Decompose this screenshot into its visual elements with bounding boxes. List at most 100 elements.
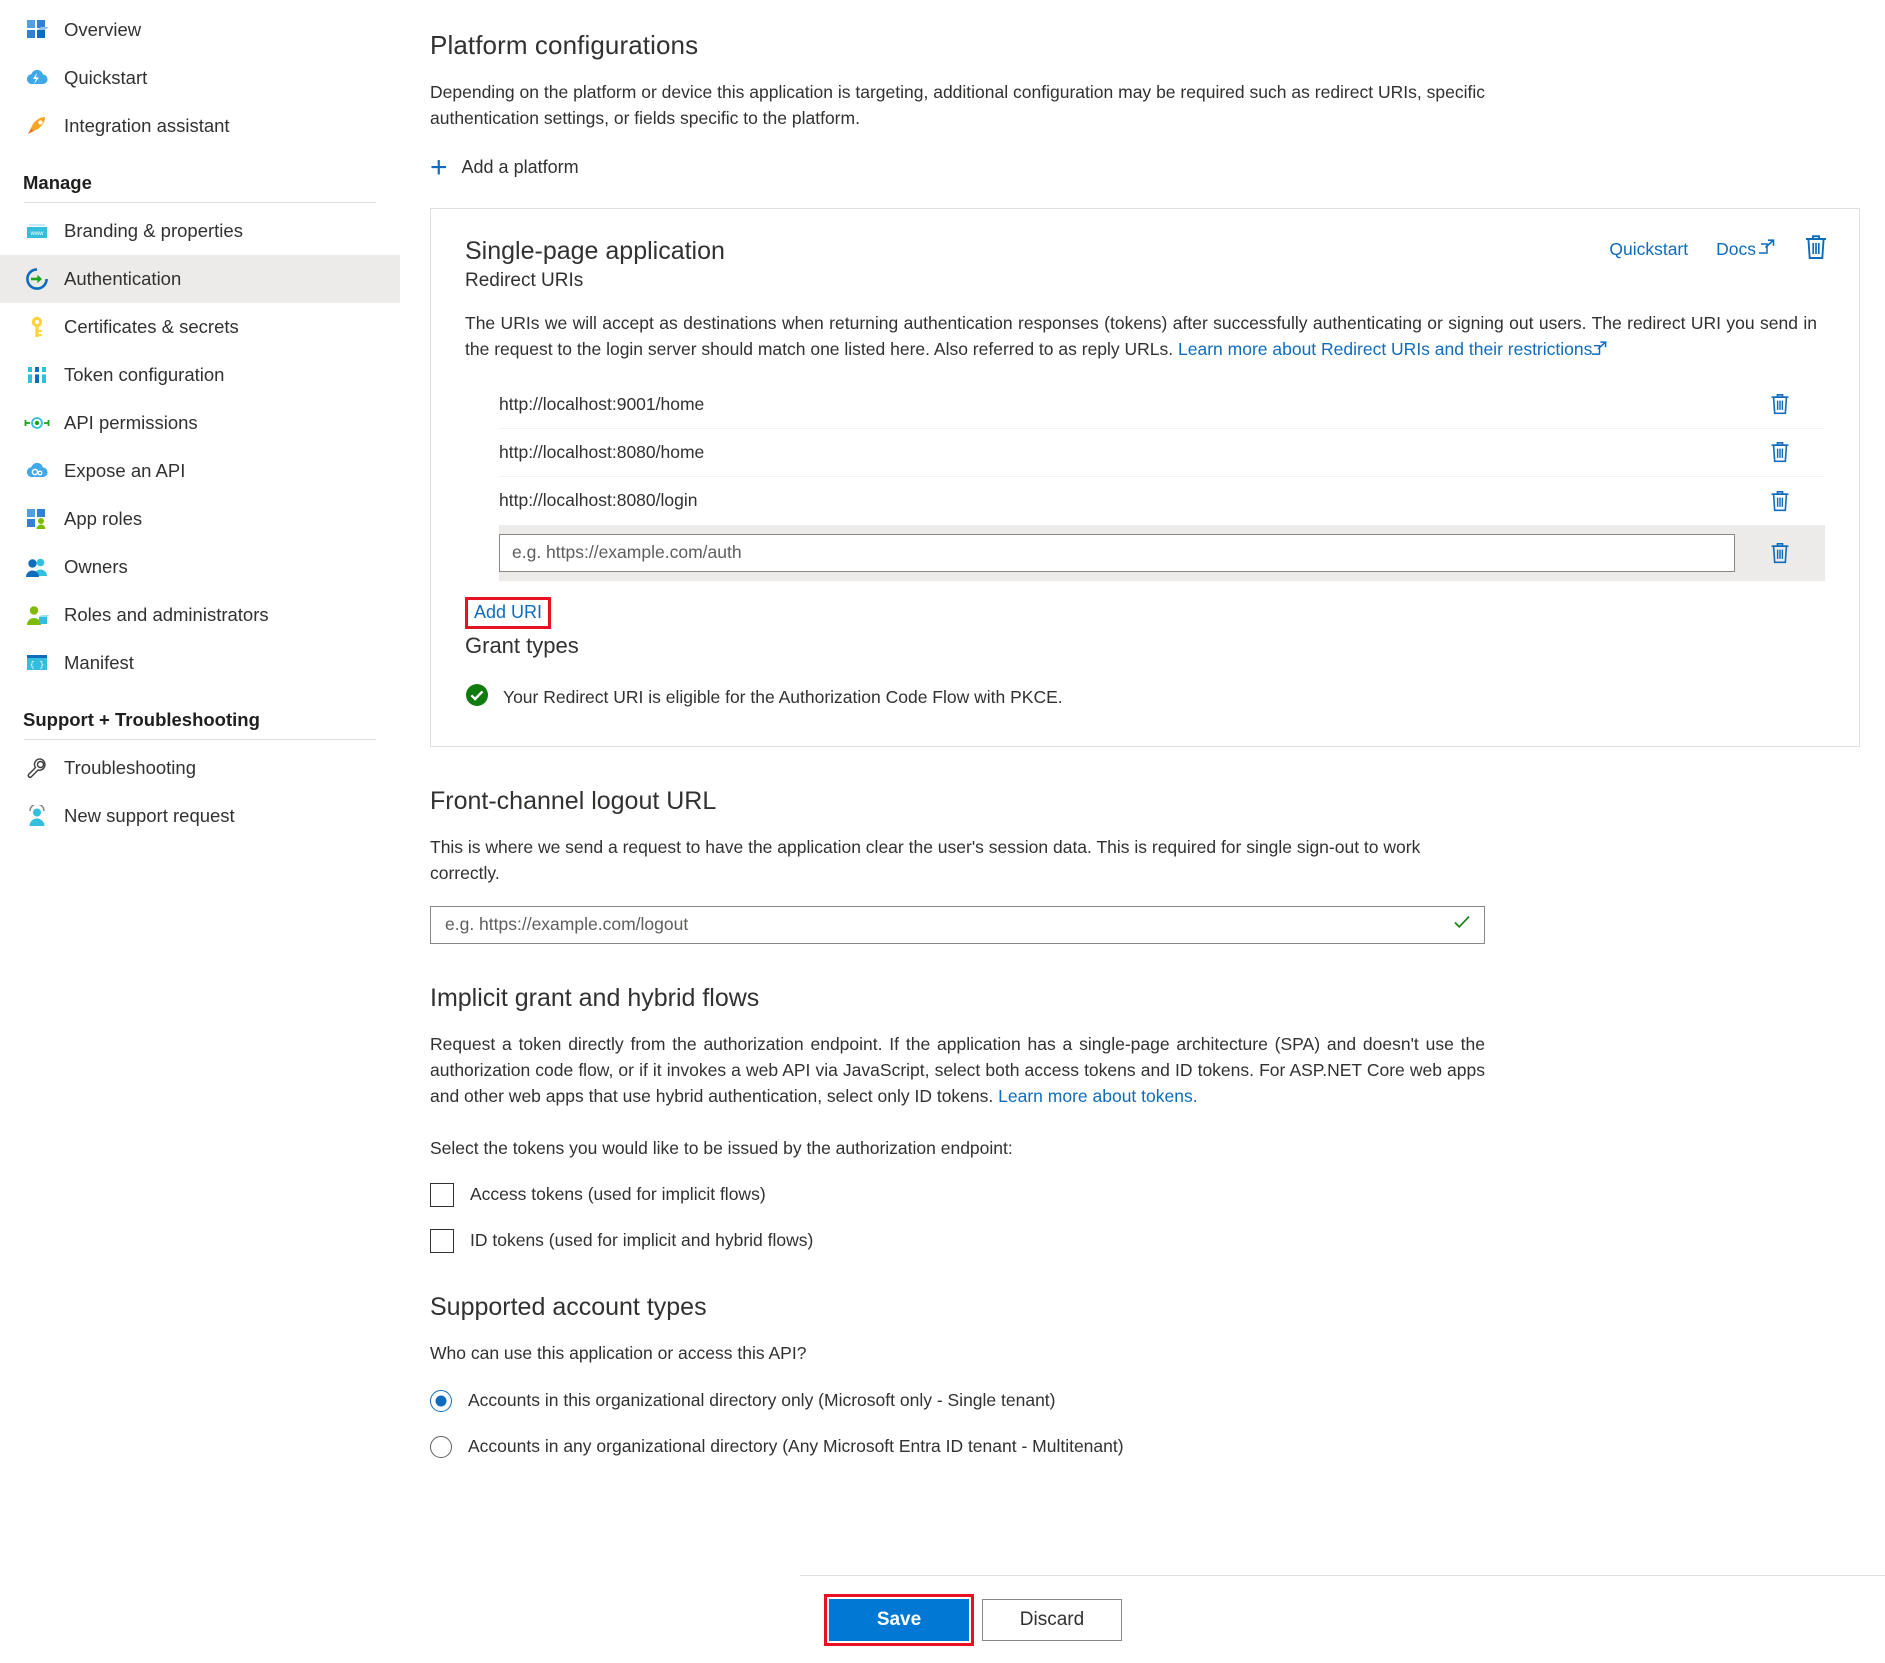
- quickstart-link[interactable]: Quickstart: [1609, 239, 1688, 260]
- front-channel-logout-title: Front-channel logout URL: [430, 786, 717, 815]
- sidebar-item-token-configuration[interactable]: Token configuration: [0, 351, 400, 399]
- sidebar-item-api-permissions[interactable]: API permissions: [0, 399, 400, 447]
- command-bar: Save Discard: [800, 1575, 1885, 1663]
- sidebar-item-authentication[interactable]: Authentication: [0, 255, 400, 303]
- api-node-icon: [23, 411, 51, 435]
- sidebar-item-expose-an-api[interactable]: Expose an API: [0, 447, 400, 495]
- front-channel-logout-input[interactable]: [443, 906, 1452, 943]
- sidebar-item-label: Quickstart: [64, 67, 148, 88]
- implicit-grant-learn-more-link[interactable]: Learn more about tokens.: [998, 1086, 1197, 1106]
- platform-card-actions: Quickstart Docs: [1609, 233, 1829, 266]
- radio-row-multitenant-clipped: Accounts in any organizational directory…: [400, 1435, 1885, 1462]
- delete-new-redirect-uri-button[interactable]: [1735, 541, 1825, 565]
- delete-redirect-uri-button[interactable]: [1735, 440, 1825, 464]
- delete-platform-button[interactable]: [1803, 233, 1829, 266]
- platform-card-subtitle: Redirect URIs: [465, 269, 584, 291]
- sidebar-item-manifest[interactable]: { } Manifest: [0, 639, 400, 687]
- key-icon: [23, 315, 51, 339]
- cloud-gear-icon: [23, 459, 51, 483]
- redirect-uri-row: http://localhost:8080/login: [499, 477, 1825, 525]
- sidebar-group-title-manage: Manage: [23, 172, 92, 193]
- sidebar-item-label: Owners: [64, 556, 128, 577]
- implicit-grant-description-text: Request a token directly from the author…: [430, 1033, 1485, 1106]
- rocket-icon: [23, 114, 51, 138]
- svg-text:www: www: [30, 231, 45, 237]
- sidebar-item-overview[interactable]: Overview: [0, 6, 400, 54]
- valid-check-icon: [1452, 912, 1472, 937]
- wrench-icon: [23, 756, 51, 780]
- grant-types-title: Grant types: [465, 632, 579, 658]
- main-content: Platform configurations Depending on the…: [400, 0, 1885, 1663]
- id-tokens-checkbox[interactable]: [430, 1228, 454, 1253]
- new-redirect-uri-input[interactable]: [499, 533, 1735, 572]
- svg-text:{ }: { }: [30, 661, 44, 670]
- browser-www-icon: www: [23, 219, 51, 243]
- docs-link[interactable]: Docs: [1716, 239, 1775, 260]
- supported-account-types-title: Supported account types: [430, 1292, 707, 1321]
- sidebar-item-owners[interactable]: Owners: [0, 543, 400, 591]
- implicit-grant-select-prompt: Select the tokens you would like to be i…: [430, 1137, 1013, 1158]
- radio-row-single-tenant[interactable]: Accounts in this organizational director…: [430, 1389, 1885, 1412]
- checkbox-row-id-tokens[interactable]: ID tokens (used for implicit and hybrid …: [430, 1228, 1885, 1253]
- access-tokens-label: Access tokens (used for implicit flows): [470, 1184, 766, 1204]
- cloud-lightning-icon: [23, 66, 51, 90]
- sidebar-item-roles-and-administrators[interactable]: Roles and administrators: [0, 591, 400, 639]
- sidebar-item-label: Overview: [64, 19, 142, 40]
- redirect-uri-row: http://localhost:8080/home: [499, 429, 1825, 477]
- bars-token-icon: [23, 363, 51, 387]
- redirect-uris-description-text: The URIs we will accept as destinations …: [465, 312, 1817, 359]
- sidebar-item-label: Token configuration: [64, 364, 225, 385]
- sidebar-item-label: App roles: [64, 508, 143, 529]
- sidebar-item-certificates-secrets[interactable]: Certificates & secrets: [0, 303, 400, 351]
- sidebar-item-label: Troubleshooting: [64, 757, 196, 778]
- checkbox-row-access-tokens[interactable]: Access tokens (used for implicit flows): [430, 1182, 1885, 1207]
- external-link-icon: [1590, 337, 1607, 363]
- sidebar: Overview Quickstart Integration assistan…: [0, 0, 400, 1663]
- sidebar-item-label: Expose an API: [64, 460, 186, 481]
- support-person-icon: [23, 804, 51, 828]
- multitenant-radio[interactable]: [430, 1435, 452, 1458]
- settings-scroll-area: Platform configurations Depending on the…: [400, 30, 1885, 1462]
- implicit-grant-description: Request a token directly from the author…: [430, 1031, 1485, 1109]
- sidebar-item-integration-assistant[interactable]: Integration assistant: [0, 102, 400, 150]
- add-a-platform-button[interactable]: + Add a platform: [430, 152, 579, 182]
- grant-types-status-text: Your Redirect URI is eligible for the Au…: [503, 686, 1063, 707]
- radio-row-multitenant[interactable]: Accounts in any organizational directory…: [430, 1435, 1885, 1458]
- sidebar-item-app-roles[interactable]: App roles: [0, 495, 400, 543]
- sidebar-divider: [24, 202, 376, 203]
- front-channel-logout-description: This is where we send a request to have …: [430, 836, 1421, 883]
- grant-types-status-row: Your Redirect URI is eligible for the Au…: [465, 683, 1825, 712]
- redirect-uri-list: http://localhost:9001/home http://localh…: [465, 381, 1825, 581]
- sidebar-item-new-support-request[interactable]: New support request: [0, 792, 400, 840]
- sidebar-group-title-support: Support + Troubleshooting: [23, 709, 260, 730]
- sidebar-item-label: New support request: [64, 805, 235, 826]
- person-badge-icon: [23, 603, 51, 627]
- sidebar-item-troubleshooting[interactable]: Troubleshooting: [0, 744, 400, 792]
- sidebar-divider: [24, 739, 376, 740]
- braces-icon: { }: [23, 651, 51, 675]
- redirect-uri-value: http://localhost:9001/home: [499, 393, 705, 414]
- discard-button[interactable]: Discard: [982, 1598, 1122, 1641]
- docs-link-label: Docs: [1716, 238, 1756, 259]
- redirect-uris-learn-more-link[interactable]: Learn more about Redirect URIs and their…: [1178, 339, 1592, 359]
- new-redirect-uri-row: [499, 524, 1825, 581]
- redirect-uri-value: http://localhost:8080/home: [499, 441, 705, 462]
- sidebar-item-quickstart[interactable]: Quickstart: [0, 54, 400, 102]
- add-uri-button[interactable]: Add URI: [474, 602, 542, 622]
- sidebar-item-label: Branding & properties: [64, 220, 243, 241]
- sidebar-item-label: API permissions: [64, 412, 198, 433]
- delete-redirect-uri-button[interactable]: [1735, 392, 1825, 416]
- front-channel-logout-field: [430, 905, 1485, 944]
- external-link-icon: [1757, 238, 1775, 260]
- single-tenant-label: Accounts in this organizational director…: [468, 1390, 1056, 1410]
- access-tokens-checkbox[interactable]: [430, 1182, 454, 1207]
- success-check-icon: [465, 683, 489, 712]
- single-tenant-radio[interactable]: [430, 1389, 452, 1412]
- grid-overview-icon: [23, 18, 51, 42]
- sidebar-item-branding-properties[interactable]: www Branding & properties: [0, 207, 400, 255]
- add-a-platform-label: Add a platform: [461, 157, 579, 177]
- save-button[interactable]: Save: [829, 1598, 969, 1641]
- delete-redirect-uri-button[interactable]: [1735, 489, 1825, 513]
- add-uri-highlight-box: Add URI: [465, 596, 552, 629]
- multitenant-label: Accounts in any organizational directory…: [468, 1436, 1124, 1456]
